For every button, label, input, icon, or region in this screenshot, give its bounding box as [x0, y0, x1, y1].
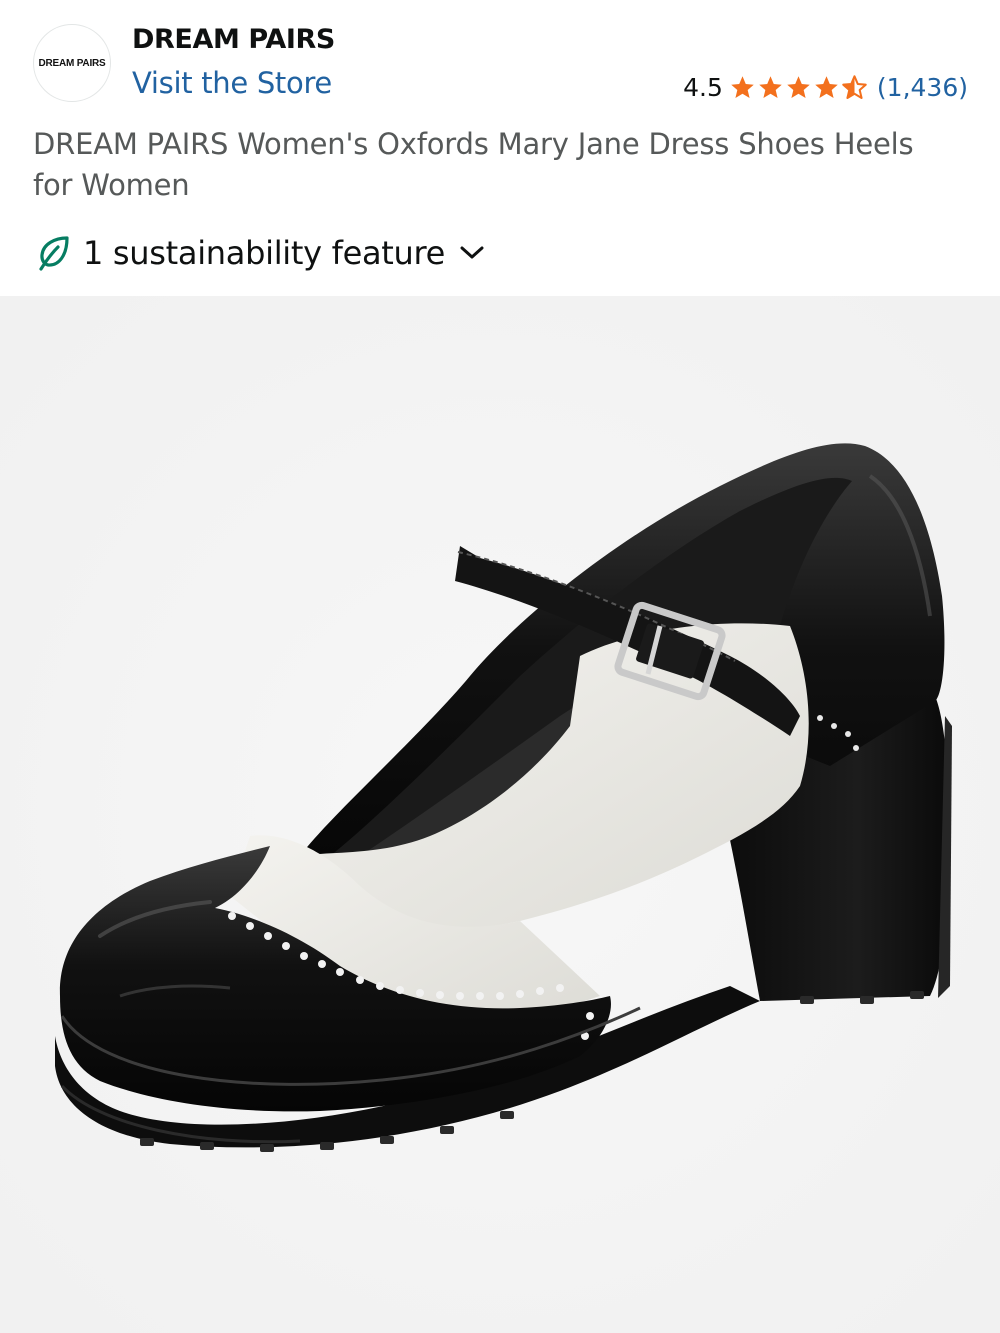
product-title: DREAM PAIRS Women's Oxfords Mary Jane Dr…: [33, 127, 914, 202]
rating-summary[interactable]: 4.5 (1,436): [683, 70, 968, 104]
sustainability-label: 1 sustainability feature: [83, 234, 446, 272]
shoe-image: [0, 296, 1000, 1333]
star-full-icon: [787, 75, 810, 98]
star-full-icon: [731, 75, 754, 98]
star-rating: [729, 74, 869, 101]
star-full-icon: [815, 75, 838, 98]
product-header: DREAM PAIRS DREAM PAIRS Visit the Store …: [0, 0, 1000, 296]
leaf-icon: [39, 236, 69, 271]
sustainability-toggle[interactable]: 1 sustainability feature: [37, 234, 485, 272]
rating-value: 4.5: [683, 72, 723, 102]
chevron-down-icon: [460, 246, 484, 259]
visit-store-link[interactable]: Visit the Store: [132, 66, 332, 100]
star-half-icon: [842, 74, 867, 99]
product-image[interactable]: [0, 296, 1000, 1333]
star-full-icon: [759, 75, 782, 98]
brand-logo[interactable]: DREAM PAIRS: [33, 24, 111, 102]
rating-count-link[interactable]: (1,436): [877, 73, 968, 102]
brand-name[interactable]: DREAM PAIRS: [132, 24, 335, 55]
brand-logo-text: DREAM PAIRS: [38, 57, 106, 69]
